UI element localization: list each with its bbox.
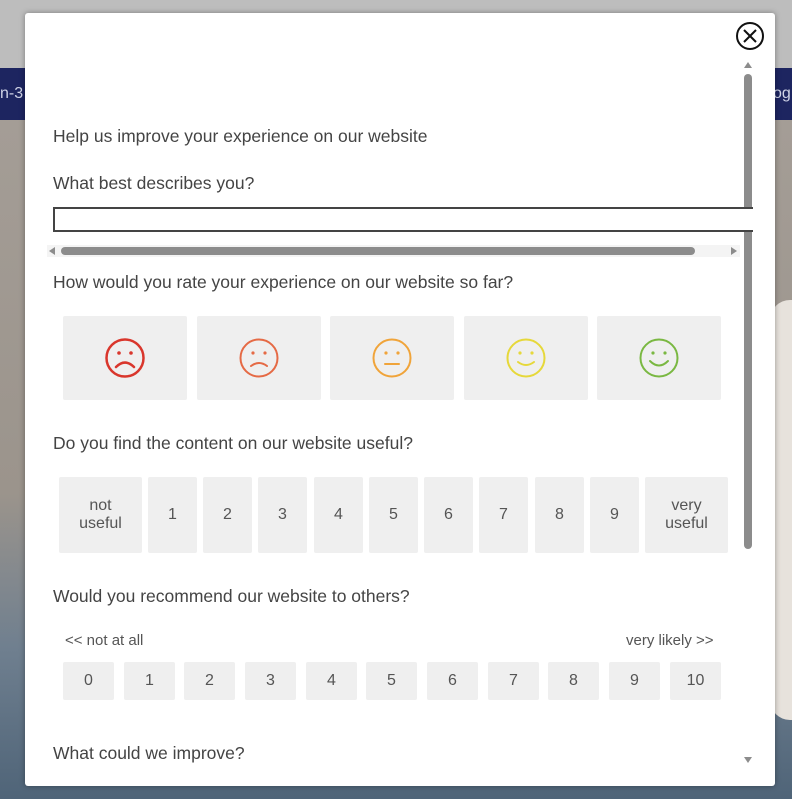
nps-option[interactable]: 5: [366, 662, 417, 700]
useful-option[interactable]: 4: [314, 477, 363, 553]
question-rate-experience: How would you rate your experience on ou…: [53, 272, 514, 292]
horizontal-scrollbar-thumb[interactable]: [61, 247, 695, 255]
rating-face-button-very-sad[interactable]: [63, 316, 187, 400]
question-describes-you: What best describes you?: [53, 173, 255, 193]
option-label-line2: useful: [79, 515, 122, 532]
useful-option[interactable]: 6: [424, 477, 473, 553]
survey-modal: Help us improve your experience on our w…: [25, 13, 775, 786]
very-sad-face-icon: [105, 338, 145, 378]
nps-option[interactable]: 10: [670, 662, 721, 700]
useful-option[interactable]: 5: [369, 477, 418, 553]
useful-option[interactable]: 8: [535, 477, 584, 553]
question-improve: What could we improve?: [53, 743, 245, 763]
vertical-scrollbar-thumb[interactable]: [744, 74, 752, 549]
question-recommend: Would you recommend our website to other…: [53, 586, 410, 606]
rating-face-button-neutral[interactable]: [330, 316, 454, 400]
question-content-useful: Do you find the content on our website u…: [53, 433, 413, 453]
survey-intro: Help us improve your experience on our w…: [53, 126, 428, 146]
nav-item-right[interactable]: og: [773, 85, 791, 103]
nps-option[interactable]: 6: [427, 662, 478, 700]
scroll-down-arrow-icon[interactable]: [743, 755, 753, 765]
useful-option[interactable]: 2: [203, 477, 252, 553]
close-button[interactable]: [736, 22, 764, 50]
very-happy-face-icon: [639, 338, 679, 378]
option-label-line1: very: [671, 497, 702, 514]
useful-option[interactable]: 1: [148, 477, 197, 553]
scale-high-label: very likely >>: [626, 632, 714, 649]
scale-low-label: << not at all: [65, 632, 144, 649]
sad-face-icon: [239, 338, 279, 378]
useful-option-very-useful[interactable]: very useful: [645, 477, 728, 553]
scroll-left-arrow-icon[interactable]: [47, 246, 57, 256]
nps-option[interactable]: 0: [63, 662, 114, 700]
rating-face-button-sad[interactable]: [197, 316, 321, 400]
nps-option[interactable]: 1: [124, 662, 175, 700]
scroll-up-arrow-icon[interactable]: [743, 60, 753, 70]
useful-option[interactable]: 9: [590, 477, 639, 553]
close-icon: [743, 29, 757, 43]
rating-face-button-very-happy[interactable]: [597, 316, 721, 400]
useful-option-not-useful[interactable]: not useful: [59, 477, 142, 553]
nps-option[interactable]: 7: [488, 662, 539, 700]
rating-face-button-happy[interactable]: [464, 316, 588, 400]
describes-you-input[interactable]: [53, 207, 753, 232]
nps-option[interactable]: 4: [306, 662, 357, 700]
neutral-face-icon: [372, 338, 412, 378]
option-label-line1: not: [89, 497, 112, 514]
happy-face-icon: [506, 338, 546, 378]
nps-option[interactable]: 9: [609, 662, 660, 700]
nps-option[interactable]: 8: [548, 662, 599, 700]
scroll-right-arrow-icon[interactable]: [729, 246, 739, 256]
option-label-line2: useful: [665, 515, 708, 532]
nps-option[interactable]: 3: [245, 662, 296, 700]
nav-item-left[interactable]: n-3: [0, 85, 23, 103]
nps-option[interactable]: 2: [184, 662, 235, 700]
useful-option[interactable]: 7: [479, 477, 528, 553]
useful-option[interactable]: 3: [258, 477, 307, 553]
